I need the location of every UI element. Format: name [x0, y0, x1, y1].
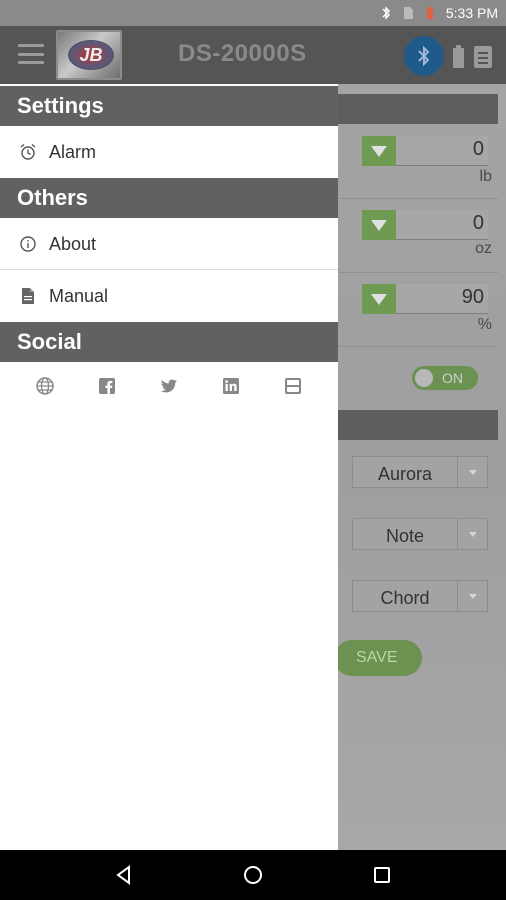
weight-oz-field[interactable]: 0 [362, 210, 488, 240]
bluetooth-button[interactable] [404, 36, 444, 76]
device-title: DS-20000S [178, 40, 307, 67]
sound-select-2[interactable]: Note [352, 518, 488, 550]
section-header-social: Social [0, 322, 338, 362]
chevron-down-icon [457, 457, 487, 487]
no-sim-icon [403, 7, 413, 19]
youtube-icon[interactable] [283, 376, 303, 396]
bluetooth-status-icon [382, 6, 390, 20]
recents-icon[interactable] [370, 863, 394, 887]
field-unit: oz [475, 240, 492, 257]
select-value: Aurora [377, 464, 433, 484]
decrease-button[interactable] [362, 210, 396, 240]
app-bar: JB DS-20000S [0, 26, 506, 84]
drawer-item-manual[interactable]: Manual [0, 270, 338, 322]
navigation-drawer: Settings Alarm Others About Manual Socia… [0, 84, 338, 850]
drawer-item-alarm[interactable]: Alarm [0, 126, 338, 178]
document-icon [22, 288, 34, 304]
toggle-label: ON [442, 370, 463, 386]
on-toggle[interactable]: ON [412, 366, 478, 390]
section-header-others: Others [0, 178, 338, 218]
status-bar: 5:33 PM [0, 0, 506, 26]
section-bar [338, 94, 498, 124]
twitter-icon[interactable] [159, 376, 179, 396]
brand-logo: JB [56, 30, 122, 80]
drawer-item-about[interactable]: About [0, 218, 338, 270]
chevron-down-icon [457, 581, 487, 611]
clipboard-icon[interactable] [474, 46, 492, 68]
section-header-settings: Settings [0, 86, 338, 126]
drawer-item-label: About [49, 233, 97, 254]
alarm-clock-icon [20, 143, 36, 160]
field-unit: lb [479, 168, 492, 185]
select-value: Chord [380, 588, 430, 608]
section-bar [338, 410, 498, 440]
facebook-icon[interactable] [97, 376, 117, 396]
drawer-item-label: Manual [49, 285, 109, 306]
menu-icon[interactable] [18, 44, 44, 64]
field-unit: % [477, 316, 492, 333]
sound-select-3[interactable]: Chord [352, 580, 488, 612]
logo-mark: JB [68, 40, 114, 70]
field-value: 90 [461, 286, 484, 308]
background-content: 0 lb 0 oz 90 % ON Aurora Note Chord SAVE [334, 84, 506, 850]
social-links [0, 376, 338, 406]
back-icon[interactable] [112, 863, 136, 887]
weight-lb-field[interactable]: 0 [362, 136, 488, 166]
field-value: 0 [472, 212, 484, 234]
sound-select-1[interactable]: Aurora [352, 456, 488, 488]
battery-icon[interactable] [453, 45, 464, 68]
system-nav-bar [0, 850, 506, 900]
save-button[interactable]: SAVE [334, 640, 422, 676]
info-icon [20, 236, 36, 252]
decrease-button[interactable] [362, 136, 396, 166]
linkedin-icon[interactable] [221, 376, 241, 396]
battery-status-icon [426, 6, 433, 19]
decrease-button[interactable] [362, 284, 396, 314]
home-icon[interactable] [241, 863, 265, 887]
field-value: 0 [472, 138, 484, 160]
globe-icon[interactable] [35, 376, 55, 396]
divider [338, 198, 498, 199]
percent-field[interactable]: 90 [362, 284, 488, 314]
status-time: 5:33 PM [445, 5, 498, 21]
chevron-down-icon [457, 519, 487, 549]
select-value: Note [385, 526, 425, 546]
divider [338, 346, 498, 347]
divider [338, 272, 498, 273]
drawer-item-label: Alarm [49, 141, 97, 162]
bluetooth-icon [418, 46, 430, 66]
